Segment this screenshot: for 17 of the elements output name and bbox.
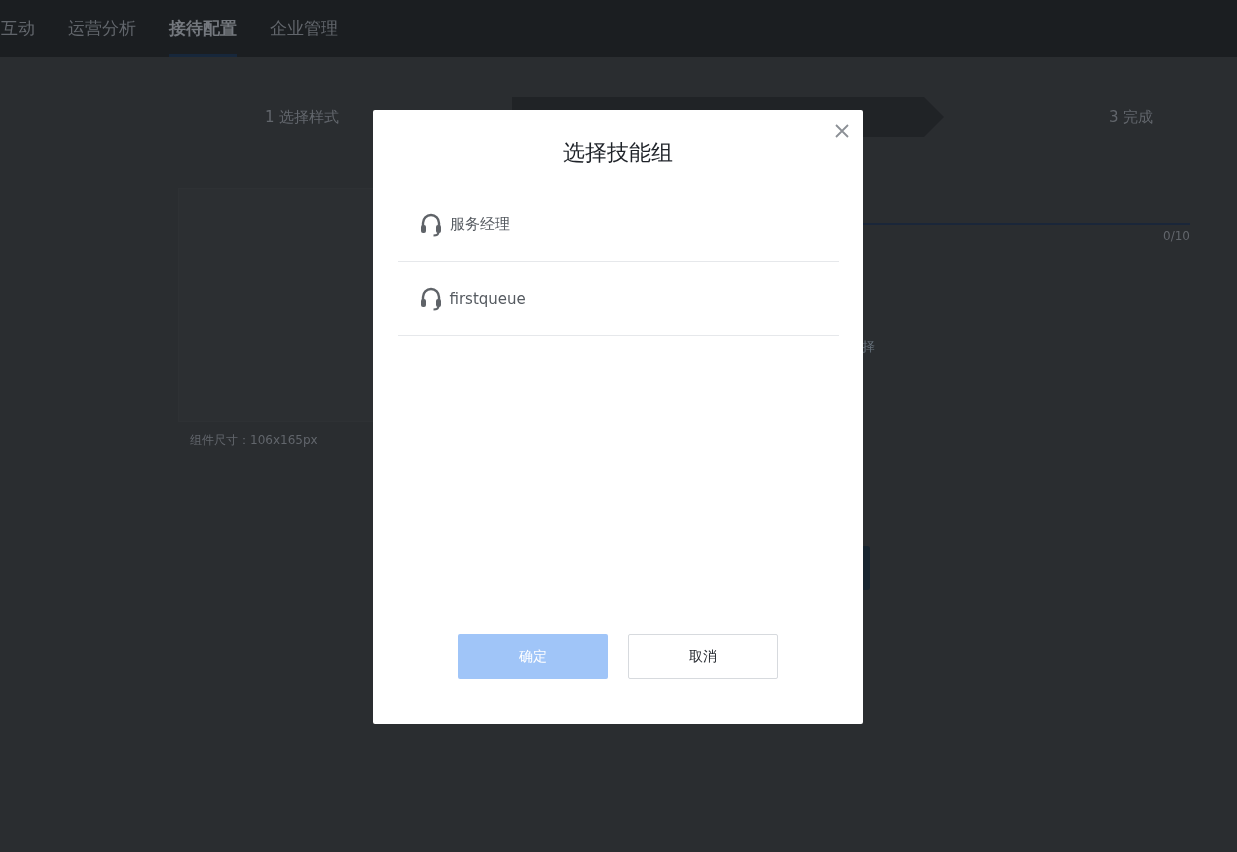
headset-icon bbox=[419, 212, 442, 237]
skill-group-item[interactable]: 服务经理 bbox=[397, 188, 839, 262]
dialog-title: 选择技能组 bbox=[563, 139, 673, 167]
field-label: 择 bbox=[862, 338, 876, 356]
nav-tab[interactable]: 运营分析 bbox=[68, 0, 136, 57]
step-label: 3 完成 bbox=[1109, 107, 1154, 127]
character-counter: 0/10 bbox=[1163, 229, 1190, 243]
skill-group-item[interactable]: firstqueue bbox=[397, 262, 839, 336]
nav-tab[interactable]: 接待配置 bbox=[169, 0, 237, 57]
nav-tab[interactable]: 互动 bbox=[1, 0, 35, 57]
skill-group-name: firstqueue bbox=[449, 289, 526, 308]
cancel-button[interactable]: 取消 bbox=[628, 634, 778, 679]
nav-tab[interactable]: 企业管理 bbox=[270, 0, 338, 57]
skill-group-name: 服务经理 bbox=[449, 215, 510, 234]
headset-icon bbox=[419, 286, 442, 311]
close-icon[interactable] bbox=[833, 122, 851, 140]
step-label: 1 选择样式 bbox=[264, 107, 341, 127]
